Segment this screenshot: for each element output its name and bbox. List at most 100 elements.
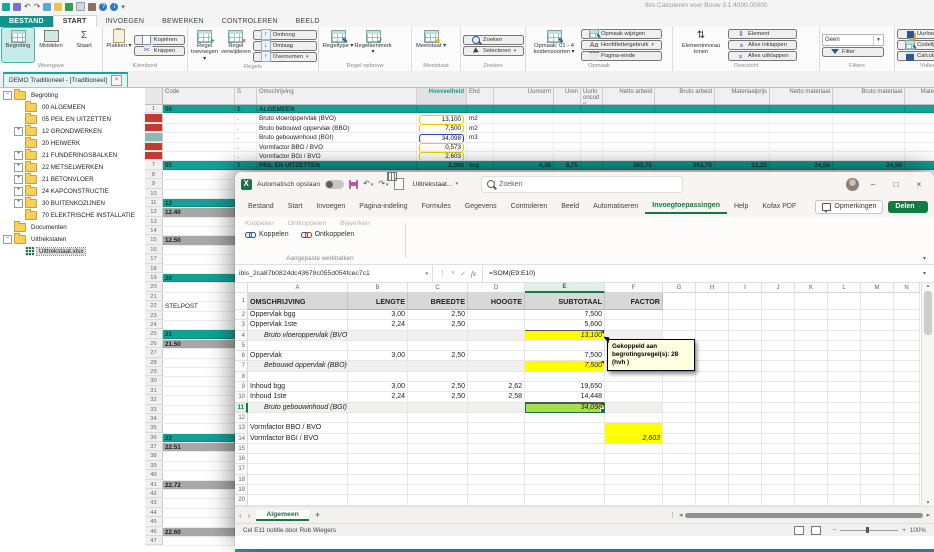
row-gutter[interactable]: 38 (145, 452, 163, 460)
cell-mp[interactable] (715, 152, 770, 160)
row-gutter[interactable]: 26 (145, 340, 163, 348)
row-gutter[interactable]: 29 (145, 368, 163, 376)
cell-F2[interactable] (605, 310, 663, 320)
cell-E17[interactable] (525, 464, 605, 474)
cell-code[interactable] (163, 537, 235, 545)
cell-uren[interactable] (554, 124, 581, 132)
column-header-E[interactable]: E (525, 283, 605, 293)
cell-s[interactable]: . (235, 152, 257, 160)
cell-M20[interactable] (861, 495, 894, 505)
cell-F17[interactable] (605, 464, 663, 474)
row-gutter[interactable]: 7 (145, 161, 163, 169)
cell-B7[interactable] (348, 361, 408, 371)
cell-K15[interactable] (795, 444, 828, 454)
knippen-button[interactable]: ✂Knippen (134, 46, 185, 56)
row-header-6[interactable]: 6 (235, 351, 248, 361)
cell-K18[interactable] (795, 475, 828, 485)
cell-H15[interactable] (696, 444, 729, 454)
cell-M18[interactable] (861, 475, 894, 485)
cell-J7[interactable] (762, 361, 795, 371)
overnemen-button[interactable]: ↑Overnemen▾ (253, 52, 317, 62)
cell-code[interactable] (163, 171, 235, 179)
cell-M14[interactable] (861, 434, 894, 444)
cell-G12[interactable] (663, 413, 696, 423)
enter-icon[interactable]: ✓ (460, 270, 466, 278)
cell-D10[interactable]: 2,58 (468, 392, 525, 402)
cell-code[interactable]: 22.60 (163, 528, 235, 536)
cell-A8[interactable] (248, 372, 348, 382)
cell-M1[interactable] (861, 293, 894, 310)
cell-oms[interactable]: Bruto vloeroppervlak (BVO) (257, 114, 417, 122)
document-tab[interactable]: DEMO Traditioneel - [Traditioneel] × (3, 72, 128, 87)
cell-D7[interactable] (468, 361, 525, 371)
cell-H3[interactable] (696, 320, 729, 330)
cell-code[interactable]: 12 (163, 199, 235, 207)
cell-nm[interactable] (770, 114, 833, 122)
cell-L7[interactable] (828, 361, 861, 371)
cell-code[interactable] (163, 462, 235, 470)
row-header-15[interactable]: 15 (235, 444, 248, 454)
cell-J1[interactable] (762, 293, 795, 310)
row-gutter[interactable]: 39 (145, 462, 163, 470)
excel-tab-automatiseren[interactable]: Automatiseren (586, 200, 645, 213)
cell-ba[interactable] (655, 114, 715, 122)
cell-L14[interactable] (828, 434, 861, 444)
cell-uren[interactable]: 8,75 (554, 161, 581, 169)
cell-M17[interactable] (861, 464, 894, 474)
cell-C6[interactable]: 2,50 (408, 351, 468, 361)
cell-L19[interactable] (828, 485, 861, 495)
cell-F10[interactable] (605, 392, 663, 402)
excel-tab-bestand[interactable]: Bestand (241, 200, 281, 213)
cell-nm[interactable] (770, 105, 833, 113)
row-header-7[interactable]: 7 (235, 361, 248, 371)
cell-D16[interactable] (468, 454, 525, 464)
cell-code[interactable] (163, 396, 235, 404)
cell-F13[interactable] (605, 423, 663, 433)
expand-expander-icon[interactable]: + (14, 151, 23, 160)
cell-mat[interactable] (905, 133, 934, 141)
uurlooncode-button[interactable]: Uurlooncode (897, 29, 934, 39)
row-gutter[interactable]: 17 (145, 255, 163, 263)
app-icon[interactable] (2, 3, 10, 11)
cell-M5[interactable] (861, 341, 894, 351)
opmaak-wijzigen-button[interactable]: ✎Opmaak wijzigen (581, 29, 662, 39)
row-gutter[interactable] (145, 114, 163, 122)
cell-I1[interactable] (729, 293, 762, 310)
cell-B13[interactable] (348, 423, 408, 433)
row-header-14[interactable]: 14 (235, 434, 248, 444)
cell-D11[interactable] (468, 403, 525, 413)
tab-start[interactable]: START (53, 15, 97, 27)
cell-code[interactable] (163, 246, 235, 254)
workbook-name[interactable]: Uittrekstaat...▾ (413, 181, 459, 188)
cell-I19[interactable] (729, 485, 762, 495)
cell-N7[interactable] (894, 361, 920, 371)
tree-item-22-metselwerken[interactable]: +22 METSELWERKEN (0, 161, 145, 173)
cell-B20[interactable] (348, 495, 408, 505)
cell-A19[interactable] (248, 485, 348, 495)
cell-I12[interactable] (729, 413, 762, 423)
cell-ba[interactable] (655, 133, 715, 141)
cell-mat[interactable] (905, 143, 934, 151)
row-header-5[interactable]: 5 (235, 341, 248, 351)
row-gutter[interactable]: 10 (145, 190, 163, 198)
row-gutter[interactable]: 1 (145, 105, 163, 113)
cell-E3[interactable]: 5,600 (525, 320, 605, 330)
scrollbar-thumb[interactable] (924, 291, 932, 335)
row-header-1[interactable]: 1 (235, 293, 248, 310)
cell-code[interactable] (163, 265, 235, 273)
cell-hvh[interactable]: 2,603 (417, 152, 467, 160)
cell-K17[interactable] (795, 464, 828, 474)
kopi-ren-button[interactable]: Kopiëren (134, 35, 185, 45)
grid-row[interactable]: .Bruto gebouwinhoud (BGI)34,098m3 (145, 133, 934, 142)
row-header-2[interactable]: 2 (235, 310, 248, 320)
cell-code[interactable] (163, 152, 235, 160)
close-button[interactable]: × (910, 180, 928, 189)
cell-M7[interactable] (861, 361, 894, 371)
cell-mat[interactable] (905, 161, 934, 169)
cell-oms[interactable]: Bruto bebouwd oppervlak (BBO) (257, 124, 417, 132)
column-header-F[interactable]: F (605, 283, 663, 293)
cell-hvh[interactable] (417, 105, 467, 113)
regel-verwijderen-button[interactable]: ×Regel verwijderen (220, 28, 252, 63)
row-gutter[interactable]: 24 (145, 321, 163, 329)
cell-A2[interactable]: Oppervlak bgg (248, 310, 348, 320)
